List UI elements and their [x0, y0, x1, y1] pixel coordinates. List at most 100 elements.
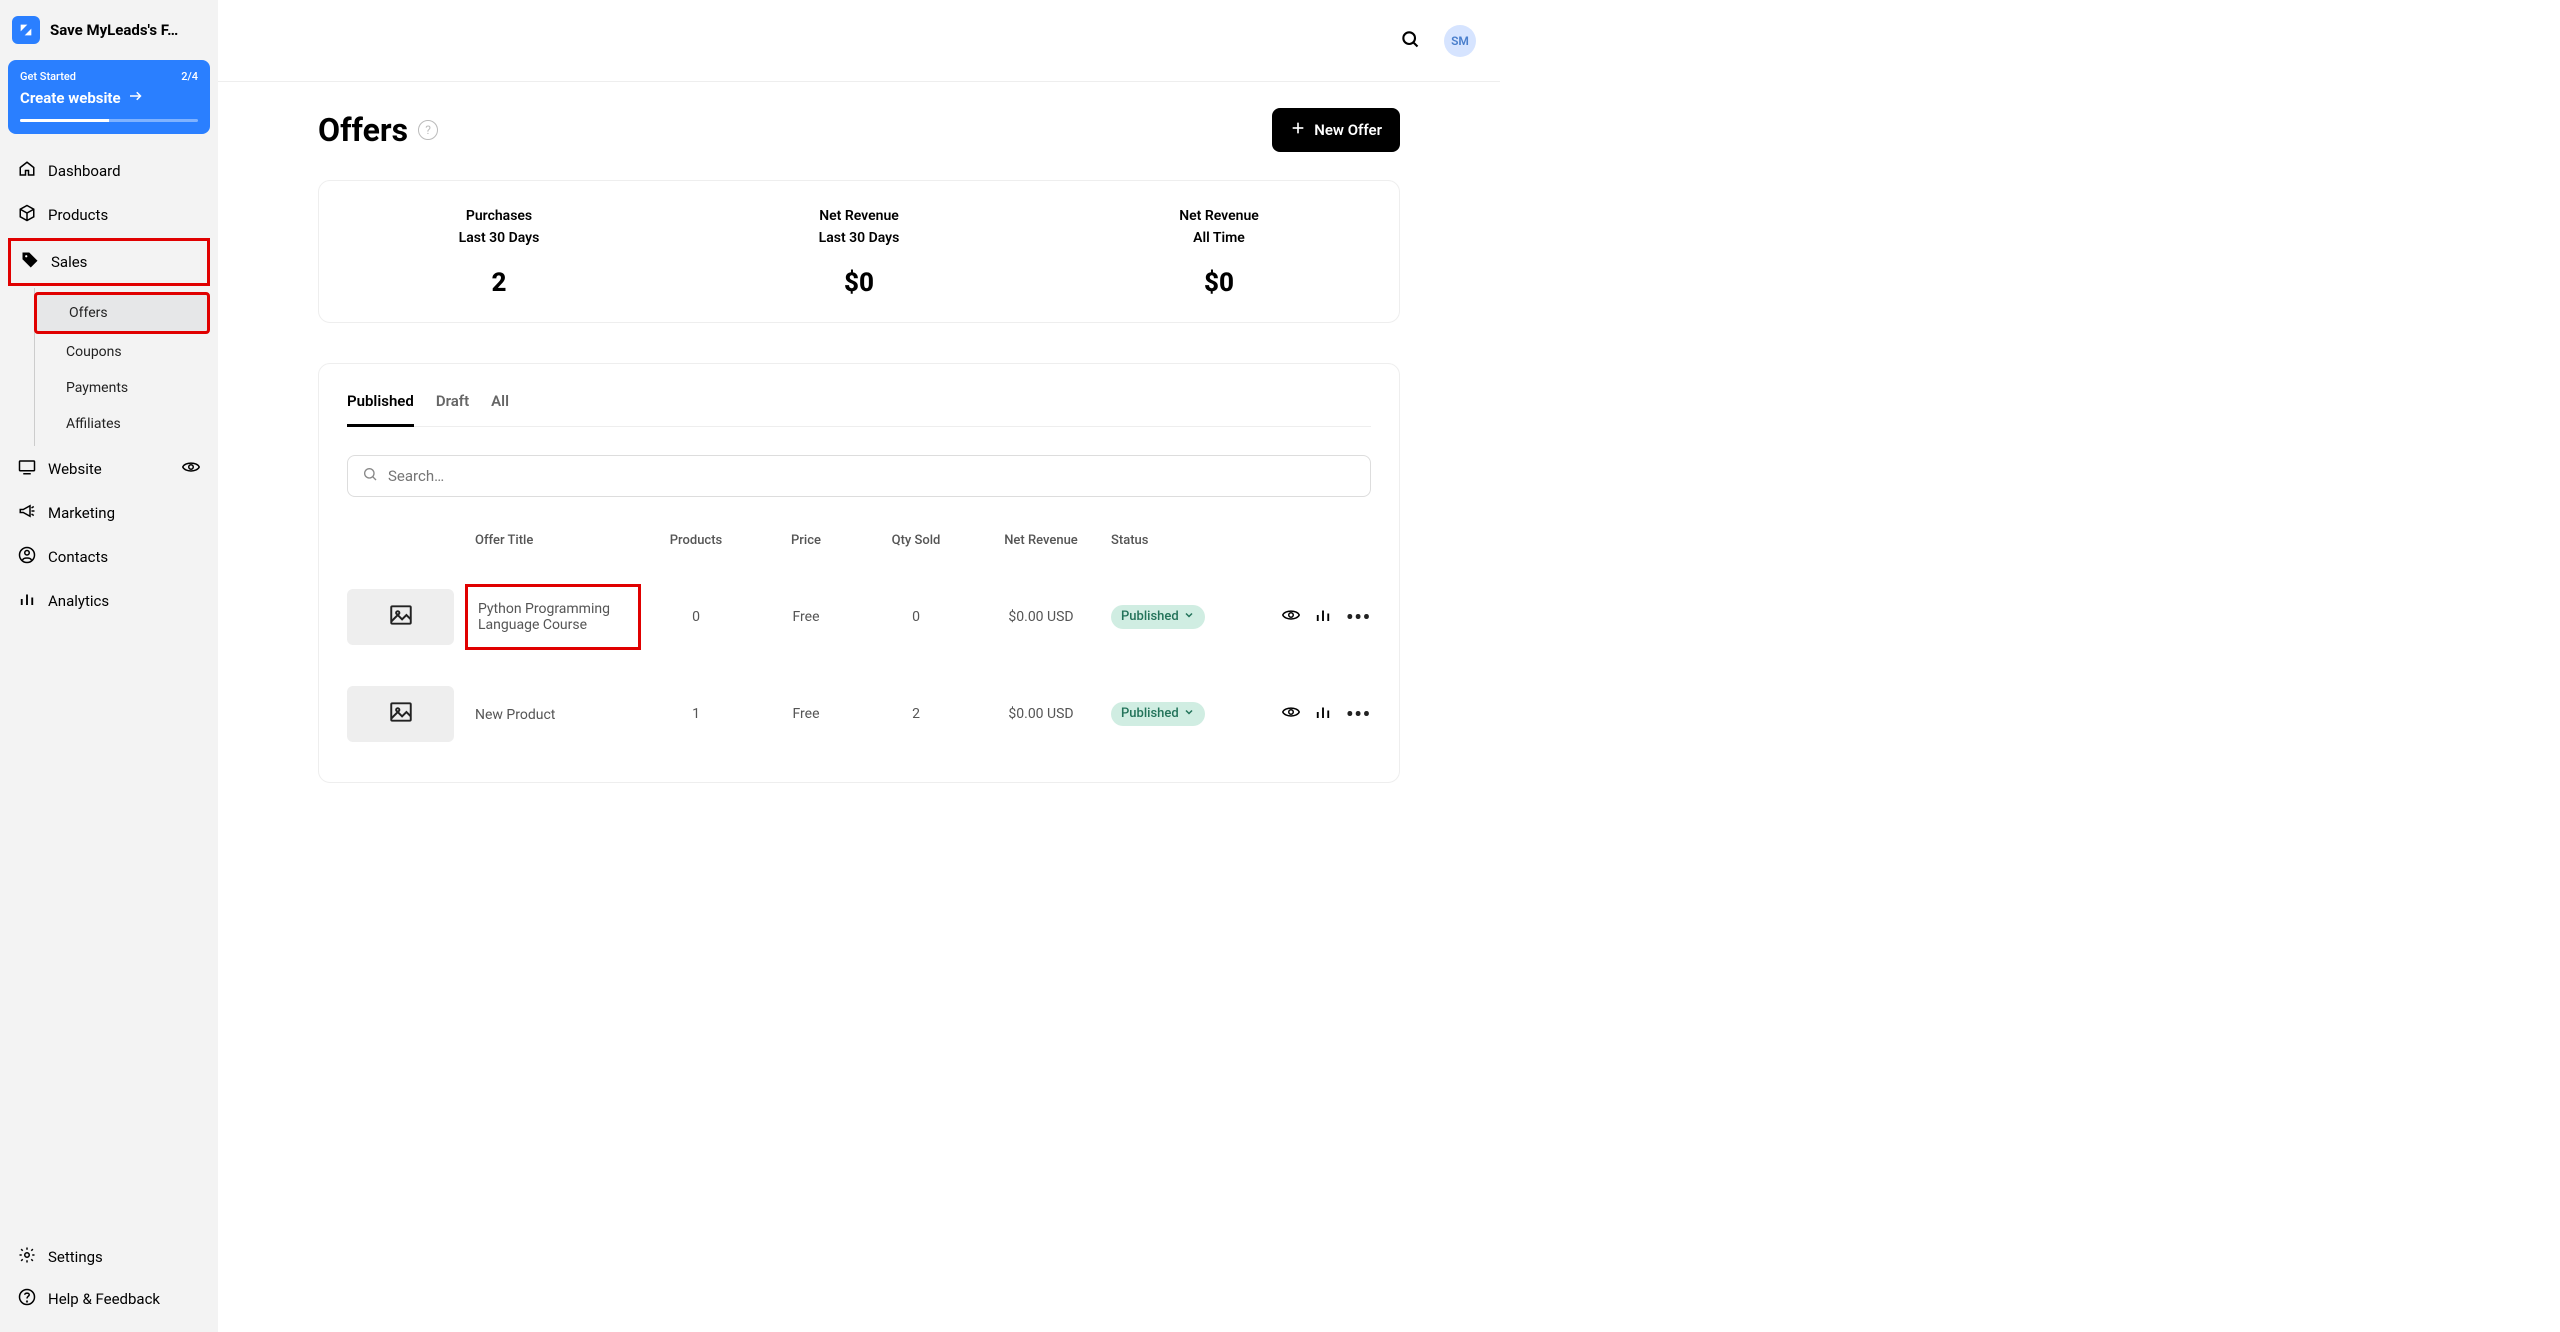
chart-icon — [18, 590, 36, 612]
sidebar-item-sales[interactable]: Sales — [8, 238, 210, 286]
sidebar-label-sales: Sales — [51, 253, 87, 271]
chevron-down-icon — [1183, 706, 1195, 722]
table-row[interactable]: New Product 1 Free 2 $0.00 USD Published — [347, 668, 1371, 760]
get-started-progress: 2/4 — [181, 70, 198, 83]
th-price: Price — [751, 533, 861, 548]
stat-sublabel: Last 30 Days — [319, 227, 679, 249]
help-circle-icon[interactable]: ? — [418, 120, 438, 140]
page-title: Offers — [318, 111, 408, 149]
workspace-header[interactable]: Save MyLeads's F… — [8, 12, 210, 60]
tab-published[interactable]: Published — [347, 386, 414, 427]
stats-icon[interactable] — [1314, 703, 1332, 725]
sidebar-label-contacts: Contacts — [48, 548, 108, 566]
sidebar-item-products[interactable]: Products — [8, 194, 210, 236]
sidebar-label-analytics: Analytics — [48, 592, 109, 610]
monitor-icon — [18, 458, 36, 480]
sales-submenu: Offers Coupons Payments Affiliates — [34, 288, 210, 446]
sidebar-item-help[interactable]: Help & Feedback — [8, 1278, 210, 1320]
submenu-item-payments[interactable]: Payments — [34, 370, 210, 406]
status-badge[interactable]: Published — [1111, 605, 1205, 629]
th-revenue: Net Revenue — [971, 533, 1111, 548]
stat-revenue-all: Net Revenue All Time $0 — [1039, 205, 1399, 298]
sidebar-label-products: Products — [48, 206, 108, 224]
view-icon[interactable] — [1282, 703, 1300, 725]
topbar: SM — [218, 0, 1500, 82]
sidebar-label-dashboard: Dashboard — [48, 162, 121, 180]
search-icon[interactable] — [1400, 29, 1420, 53]
sidebar-item-website[interactable]: Website — [8, 448, 210, 490]
sidebar-item-analytics[interactable]: Analytics — [8, 580, 210, 622]
stat-purchases: Purchases Last 30 Days 2 — [319, 205, 679, 298]
sidebar-item-dashboard[interactable]: Dashboard — [8, 150, 210, 192]
th-qty: Qty Sold — [861, 533, 971, 548]
stat-revenue-30d: Net Revenue Last 30 Days $0 — [679, 205, 1039, 298]
search-box[interactable] — [347, 455, 1371, 497]
stat-value: 2 — [319, 268, 679, 298]
sidebar-item-settings[interactable]: Settings — [8, 1236, 210, 1278]
status-badge[interactable]: Published — [1111, 702, 1205, 726]
view-icon[interactable] — [1282, 606, 1300, 628]
sidebar-item-marketing[interactable]: Marketing — [8, 492, 210, 534]
thumbnail-placeholder — [347, 686, 454, 742]
th-status: Status — [1111, 533, 1241, 548]
row-title: Python Programming Language Course — [465, 584, 641, 650]
new-offer-label: New Offer — [1314, 121, 1382, 139]
sidebar-label-marketing: Marketing — [48, 504, 115, 522]
row-price: Free — [751, 706, 861, 722]
row-products: 1 — [641, 706, 751, 722]
row-price: Free — [751, 609, 861, 625]
image-icon — [388, 602, 414, 632]
arrow-right-icon — [127, 87, 145, 109]
get-started-card[interactable]: Get Started 2/4 Create website — [8, 60, 210, 134]
submenu-item-coupons[interactable]: Coupons — [34, 334, 210, 370]
get-started-title: Create website — [20, 89, 121, 107]
stat-value: $0 — [1039, 268, 1399, 298]
user-icon — [18, 546, 36, 568]
stats-icon[interactable] — [1314, 606, 1332, 628]
sidebar-item-contacts[interactable]: Contacts — [8, 536, 210, 578]
megaphone-icon — [18, 502, 36, 524]
offers-card: Published Draft All Offer Title Products… — [318, 363, 1400, 783]
search-input[interactable] — [388, 467, 1356, 485]
stat-sublabel: Last 30 Days — [679, 227, 1039, 249]
image-icon — [388, 699, 414, 729]
home-icon — [18, 160, 36, 182]
more-icon[interactable]: ••• — [1346, 605, 1371, 629]
app-logo-icon — [12, 16, 40, 44]
row-qty: 2 — [861, 706, 971, 722]
tag-icon — [21, 251, 39, 273]
gear-icon — [18, 1246, 36, 1268]
get-started-label: Get Started — [20, 70, 76, 83]
stat-label: Net Revenue — [679, 205, 1039, 227]
stat-label: Purchases — [319, 205, 679, 227]
new-offer-button[interactable]: New Offer — [1272, 108, 1400, 152]
stats-card: Purchases Last 30 Days 2 Net Revenue Las… — [318, 180, 1400, 323]
table-row[interactable]: Python Programming Language Course 0 Fre… — [347, 566, 1371, 668]
more-icon[interactable]: ••• — [1346, 702, 1371, 726]
row-qty: 0 — [861, 609, 971, 625]
eye-icon[interactable] — [182, 458, 200, 480]
plus-icon — [1290, 120, 1306, 140]
box-icon — [18, 204, 36, 226]
workspace-name: Save MyLeads's F… — [50, 21, 206, 39]
avatar[interactable]: SM — [1444, 25, 1476, 57]
submenu-item-offers[interactable]: Offers — [34, 292, 210, 334]
sidebar: Save MyLeads's F… Get Started 2/4 Create… — [0, 0, 218, 1332]
tab-all[interactable]: All — [491, 386, 509, 426]
submenu-item-affiliates[interactable]: Affiliates — [34, 406, 210, 442]
sidebar-label-website: Website — [48, 460, 102, 478]
row-products: 0 — [641, 609, 751, 625]
offers-table: Offer Title Products Price Qty Sold Net … — [347, 523, 1371, 760]
th-title: Offer Title — [475, 533, 641, 548]
tab-draft[interactable]: Draft — [436, 386, 469, 426]
row-title: New Product — [475, 707, 555, 723]
sidebar-label-help: Help & Feedback — [48, 1290, 160, 1308]
thumbnail-placeholder — [347, 589, 454, 645]
main: SM Offers ? New Offer Purchases Last 30 … — [218, 0, 1500, 1332]
stat-value: $0 — [679, 268, 1039, 298]
stat-sublabel: All Time — [1039, 227, 1399, 249]
help-icon — [18, 1288, 36, 1310]
progress-bar — [20, 119, 198, 122]
row-revenue: $0.00 USD — [971, 706, 1111, 722]
tabs: Published Draft All — [347, 386, 1371, 427]
